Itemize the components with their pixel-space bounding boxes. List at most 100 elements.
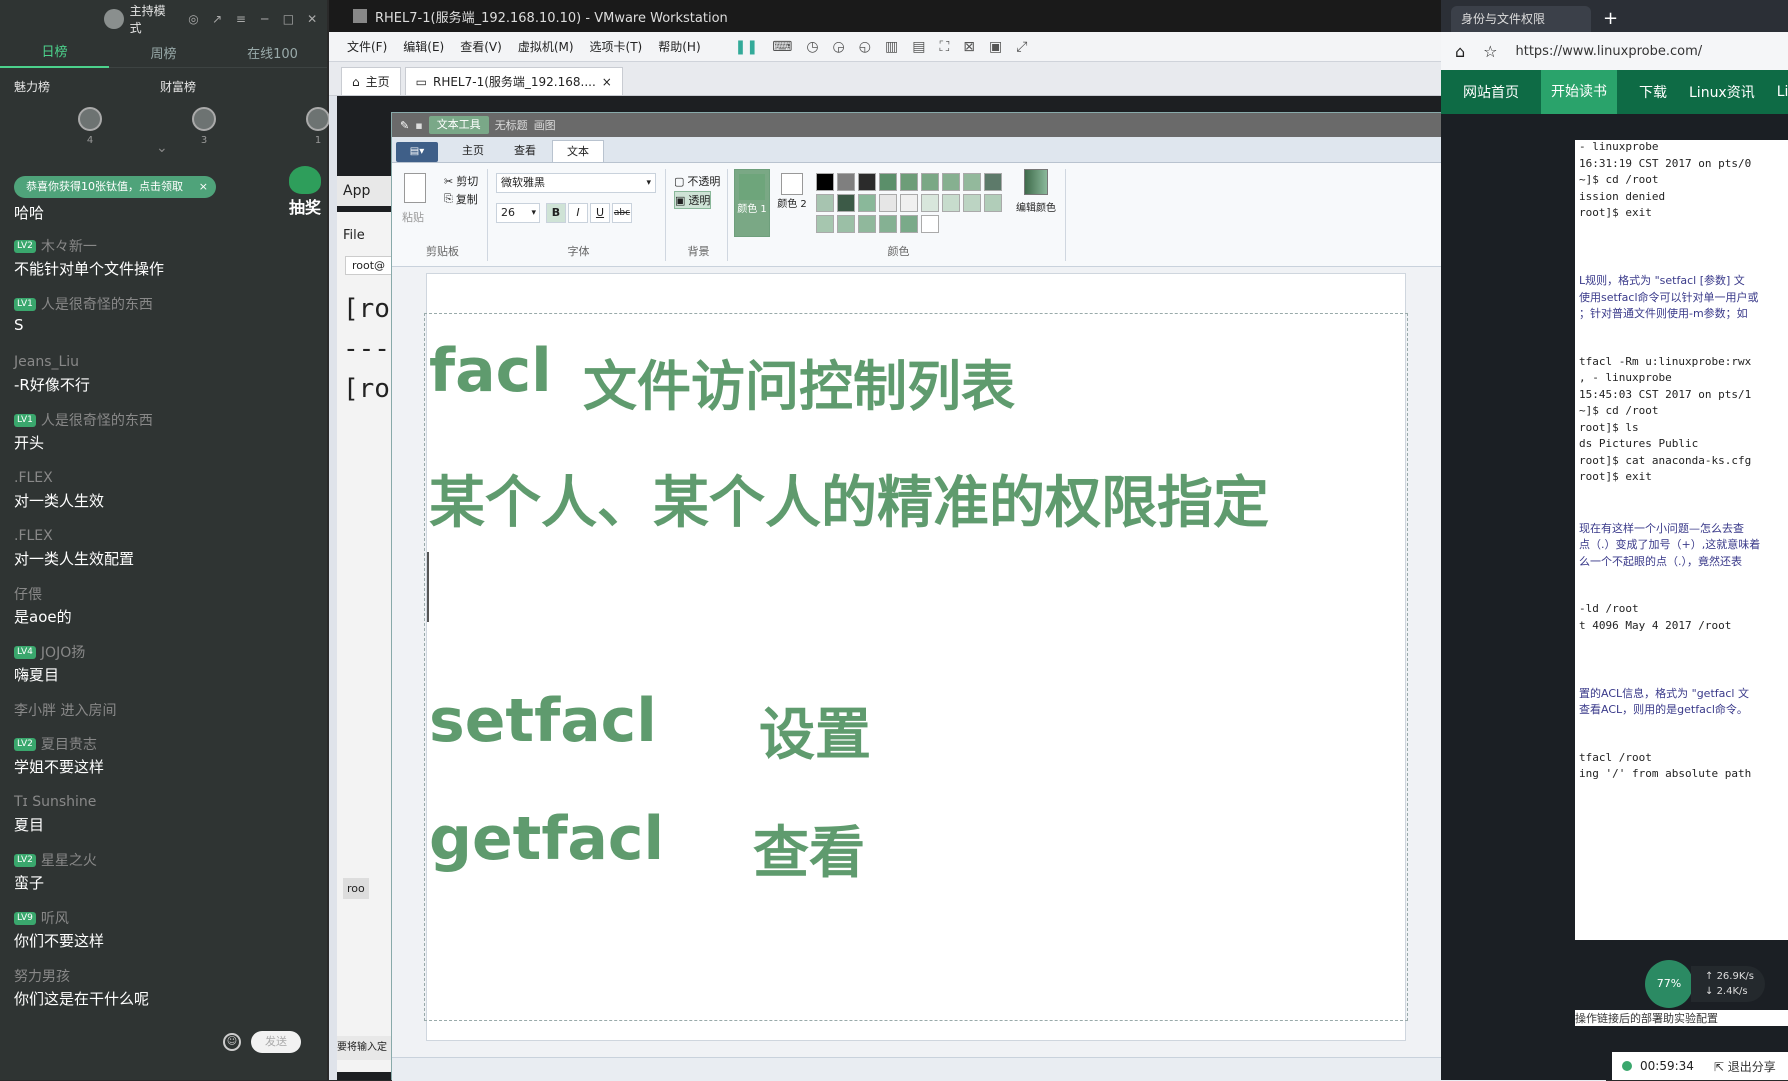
underline-button[interactable]: U — [590, 203, 610, 223]
menu-help[interactable]: 帮助(H) — [658, 38, 700, 55]
unity-icon[interactable]: ⊠ — [963, 39, 975, 55]
message-user[interactable]: 人是很奇怪的东西 — [41, 294, 153, 314]
palette-swatch[interactable] — [879, 194, 897, 212]
palette-swatch[interactable] — [984, 194, 1002, 212]
palette-swatch[interactable] — [942, 194, 960, 212]
palette-swatch[interactable] — [921, 194, 939, 212]
popout-icon[interactable]: ↗ — [210, 12, 224, 26]
text-box[interactable]: facl 文件访问控制列表 某个人、某个人的精准的权限指定 setfacl 设置… — [424, 313, 1408, 1021]
tab-text[interactable]: 文本 — [552, 140, 604, 162]
stretch-icon[interactable]: ⤢ — [1016, 39, 1027, 55]
palette-swatch[interactable] — [900, 215, 918, 233]
chevron-down-icon[interactable]: ⌄ — [156, 140, 168, 156]
minimize-icon[interactable]: ─ — [258, 12, 272, 26]
paste-icon[interactable] — [404, 173, 426, 203]
color1-button[interactable]: 颜色 1 — [734, 169, 770, 237]
message-user[interactable]: 努力男孩 — [14, 966, 70, 986]
tab-online[interactable]: 在线100 — [218, 43, 327, 62]
font-family-select[interactable]: 微软雅黑 ▾ — [496, 173, 656, 193]
maximize-icon[interactable]: □ — [282, 12, 296, 26]
pause-icon[interactable]: ❚❚ — [735, 39, 758, 55]
palette-swatch[interactable] — [837, 194, 855, 212]
message-user[interactable]: .FLEX — [14, 528, 53, 544]
font-size-select[interactable]: 26 ▾ — [496, 203, 540, 223]
bookmark-star-icon[interactable]: ☆ — [1483, 42, 1497, 61]
palette-swatch[interactable] — [942, 173, 960, 191]
transparent-button[interactable]: ▣ 透明 — [674, 191, 712, 209]
new-tab-icon[interactable]: + — [1597, 6, 1618, 32]
exit-share-button[interactable]: ⇱ 退出分享 — [1714, 1058, 1776, 1075]
taskbar-item[interactable]: roo — [343, 878, 369, 899]
close-icon[interactable]: ✕ — [305, 12, 319, 26]
nav-more[interactable]: Linu — [1777, 84, 1788, 100]
palette-swatch[interactable] — [963, 173, 981, 191]
send-keys-icon[interactable]: ⌨ — [772, 39, 792, 55]
host-mode[interactable]: 主持模式 — [103, 2, 177, 36]
tab-weekly[interactable]: 周榜 — [109, 43, 218, 62]
send-button[interactable]: 发送 — [251, 1031, 301, 1053]
network-widget[interactable]: 77% ↑ 26.9K/s ↓ 2.4K/s — [1645, 960, 1765, 1010]
palette-swatch[interactable] — [900, 194, 918, 212]
tab-home[interactable]: ⌂ 主页 — [341, 67, 401, 95]
edit-colors-button[interactable]: 编辑颜色 — [1008, 169, 1064, 214]
nav-home[interactable]: 网站首页 — [1463, 82, 1519, 102]
color2-button[interactable]: 颜色 2 — [774, 169, 810, 237]
menu-vm[interactable]: 虚拟机(M) — [518, 38, 574, 55]
palette-swatch[interactable] — [816, 215, 834, 233]
url-field[interactable]: https://www.linuxprobe.com/ — [1516, 44, 1703, 59]
manage-snapshot-icon[interactable]: ◵ — [859, 39, 871, 55]
palette-swatch[interactable] — [858, 194, 876, 212]
copy-button[interactable]: ⎘ 复制 — [444, 191, 478, 207]
message-user[interactable]: 仔偎 — [14, 584, 42, 604]
opaque-button[interactable]: ▢ 不透明 — [674, 173, 720, 189]
sidebar-view-icon[interactable]: ▥ — [885, 39, 898, 55]
message-user[interactable]: 夏目贵志 — [41, 734, 97, 754]
italic-button[interactable]: I — [568, 203, 588, 223]
terminal-tab[interactable]: root@ — [345, 256, 393, 275]
rank-user[interactable]: 4 — [78, 107, 102, 146]
palette-swatch[interactable] — [921, 173, 939, 191]
palette-swatch[interactable] — [963, 194, 981, 212]
message-user[interactable]: 听风 — [41, 908, 69, 928]
palette-swatch[interactable] — [879, 215, 897, 233]
palette-swatch[interactable] — [837, 173, 855, 191]
message-user[interactable]: 人是很奇怪的东西 — [41, 410, 153, 430]
palette-swatch[interactable] — [816, 194, 834, 212]
palette-swatch[interactable] — [879, 173, 897, 191]
nav-read[interactable]: 开始读书 — [1541, 70, 1617, 114]
quick-save-icon[interactable]: ▪ — [415, 119, 422, 132]
cut-button[interactable]: ✂ 剪切 — [444, 173, 478, 189]
menu-file[interactable]: 文件(F) — [347, 38, 387, 55]
nav-download[interactable]: 下载 — [1639, 82, 1667, 102]
browser-tab[interactable]: 身份与文件权限 — [1451, 6, 1591, 32]
menu-tabs[interactable]: 选项卡(T) — [590, 38, 643, 55]
palette-swatch[interactable] — [858, 215, 876, 233]
home-icon[interactable]: ⌂ — [1455, 42, 1465, 61]
message-user[interactable]: 星星之火 — [41, 850, 97, 870]
paste-button[interactable]: 粘贴 — [402, 209, 424, 225]
palette-swatch[interactable] — [837, 215, 855, 233]
tab-view[interactable]: 查看 — [500, 140, 550, 162]
lottery-button[interactable]: 抽奖 — [286, 166, 324, 217]
palette-swatch[interactable] — [816, 173, 834, 191]
close-icon[interactable]: × — [199, 176, 208, 198]
palette-swatch[interactable] — [900, 173, 918, 191]
rank-user[interactable]: 1 — [306, 107, 330, 146]
message-user[interactable]: 李小胖 进入房间 — [14, 700, 116, 720]
emoji-icon[interactable]: ☺ — [223, 1033, 241, 1051]
message-user[interactable]: Jeans_Liu — [14, 354, 79, 370]
palette-swatch[interactable] — [984, 173, 1002, 191]
close-icon[interactable]: × — [602, 75, 612, 89]
message-user[interactable]: .FLEX — [14, 470, 53, 486]
palette-swatch[interactable] — [921, 215, 939, 233]
bold-button[interactable]: B — [546, 203, 566, 223]
nav-news[interactable]: Linux资讯 — [1689, 82, 1755, 102]
menu-edit[interactable]: 编辑(E) — [403, 38, 444, 55]
tab-home[interactable]: 主页 — [448, 140, 498, 162]
palette-swatch[interactable] — [858, 173, 876, 191]
tab-daily[interactable]: 日榜 — [0, 38, 109, 68]
reward-banner[interactable]: 恭喜你获得10张钛值，点击领取 × — [14, 176, 216, 198]
revert-snapshot-icon[interactable]: ◶ — [833, 39, 845, 55]
tab-vm[interactable]: ▭ RHEL7-1(服务端_192.168.... × — [404, 67, 623, 95]
settings-icon[interactable]: ◎ — [187, 12, 201, 26]
